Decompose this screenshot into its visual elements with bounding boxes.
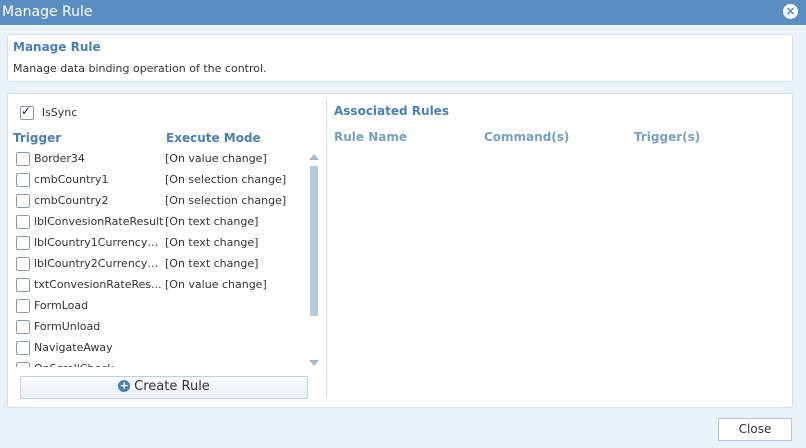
- trigger-name: cmbCountry1: [34, 173, 109, 186]
- trigger-checkbox[interactable]: [16, 257, 30, 271]
- header-panel: Manage Rule Manage data binding operatio…: [7, 34, 793, 82]
- trigger-name: txtConvesionRateRes...: [34, 278, 162, 291]
- rule-name-column-header: Rule Name: [334, 130, 407, 144]
- trigger-checkbox[interactable]: [16, 173, 30, 187]
- trigger-name: FormUnload: [34, 320, 101, 333]
- trigger-checkbox[interactable]: [16, 215, 30, 229]
- create-rule-label: Create Rule: [134, 379, 210, 394]
- trigger-checkbox[interactable]: [16, 299, 30, 313]
- panel-divider: [326, 100, 327, 398]
- trigger-row[interactable]: cmbCountry1 [On selection change]: [8, 170, 308, 191]
- associated-rules-panel: Associated Rules Rule Name Command(s) Tr…: [328, 94, 790, 407]
- trigger-name: cmbCountry2: [34, 194, 109, 207]
- triggers-column-header: Trigger(s): [634, 130, 701, 144]
- trigger-name: OnScrollCheck: [34, 362, 164, 367]
- trigger-execute-mode: [On selection change]: [165, 194, 287, 207]
- trigger-checkbox[interactable]: [16, 152, 30, 166]
- trigger-checkbox[interactable]: [16, 236, 30, 250]
- create-rule-button[interactable]: + Create Rule: [20, 376, 308, 399]
- issync-label: IsSync: [41, 106, 78, 119]
- trigger-execute-mode: [On text change]: [165, 257, 259, 270]
- trigger-checkbox[interactable]: [16, 320, 30, 334]
- trigger-row[interactable]: Border34 [On value change]: [8, 149, 308, 170]
- trigger-row[interactable]: OnScrollCheck: [8, 359, 308, 367]
- trigger-checkbox[interactable]: [16, 341, 30, 355]
- execute-mode-column-header: Execute Mode: [166, 131, 261, 145]
- trigger-column-header: Trigger: [13, 131, 62, 145]
- trigger-name: Border34: [34, 152, 85, 165]
- trigger-row[interactable]: lblCountry2CurrencyC... [On text change]: [8, 254, 308, 275]
- trigger-row[interactable]: lblConvesionRateResult [On text change]: [8, 212, 308, 233]
- window-title: Manage Rule: [2, 4, 93, 20]
- trigger-panel: IsSync Trigger Execute Mode Border34 [On …: [8, 94, 326, 407]
- header-description: Manage data binding operation of the con…: [13, 62, 267, 75]
- trigger-name: lblConvesionRateResult: [34, 215, 164, 228]
- trigger-list: Border34 [On value change] cmbCountry1 [On …: [8, 149, 308, 367]
- trigger-row[interactable]: NavigateAway: [8, 338, 308, 359]
- trigger-row[interactable]: txtConvesionRateRes... [On value change]: [8, 275, 308, 296]
- trigger-row[interactable]: FormLoad: [8, 296, 308, 317]
- trigger-name: lblCountry2CurrencyC...: [34, 257, 164, 270]
- trigger-name: NavigateAway: [34, 341, 113, 354]
- associated-rules-title: Associated Rules: [334, 104, 449, 118]
- commands-column-header: Command(s): [484, 130, 570, 144]
- trigger-execute-mode: [On text change]: [165, 236, 259, 249]
- trigger-name: FormLoad: [34, 299, 89, 312]
- title-bar: Manage Rule ×: [0, 0, 806, 25]
- trigger-execute-mode: [On value change]: [165, 278, 267, 291]
- trigger-checkbox[interactable]: [16, 362, 30, 367]
- issync-checkbox[interactable]: [20, 104, 34, 120]
- trigger-checkbox[interactable]: [16, 194, 30, 208]
- trigger-execute-mode: [On selection change]: [165, 173, 287, 186]
- trigger-execute-mode: [On text change]: [165, 215, 259, 228]
- trigger-execute-mode: [On value change]: [165, 152, 267, 165]
- trigger-row[interactable]: lblCountry1CurrencyC... [On text change]: [8, 233, 308, 254]
- trigger-row[interactable]: FormUnload: [8, 317, 308, 338]
- trigger-name: lblCountry1CurrencyC...: [34, 236, 164, 249]
- plus-circle-icon: +: [118, 378, 131, 392]
- close-icon[interactable]: ×: [783, 4, 798, 19]
- main-panel: IsSync Trigger Execute Mode Border34 [On …: [7, 93, 793, 408]
- trigger-row[interactable]: cmbCountry2 [On selection change]: [8, 191, 308, 212]
- header-title: Manage Rule: [13, 40, 101, 54]
- close-button[interactable]: Close: [718, 418, 792, 441]
- scroll-down-arrow-icon[interactable]: [309, 360, 319, 366]
- issync-checkbox-row[interactable]: IsSync: [20, 104, 78, 120]
- trigger-list-scrollbar[interactable]: [309, 154, 319, 366]
- scroll-up-arrow-icon[interactable]: [309, 154, 319, 160]
- trigger-checkbox[interactable]: [16, 278, 30, 292]
- scroll-thumb[interactable]: [310, 166, 318, 316]
